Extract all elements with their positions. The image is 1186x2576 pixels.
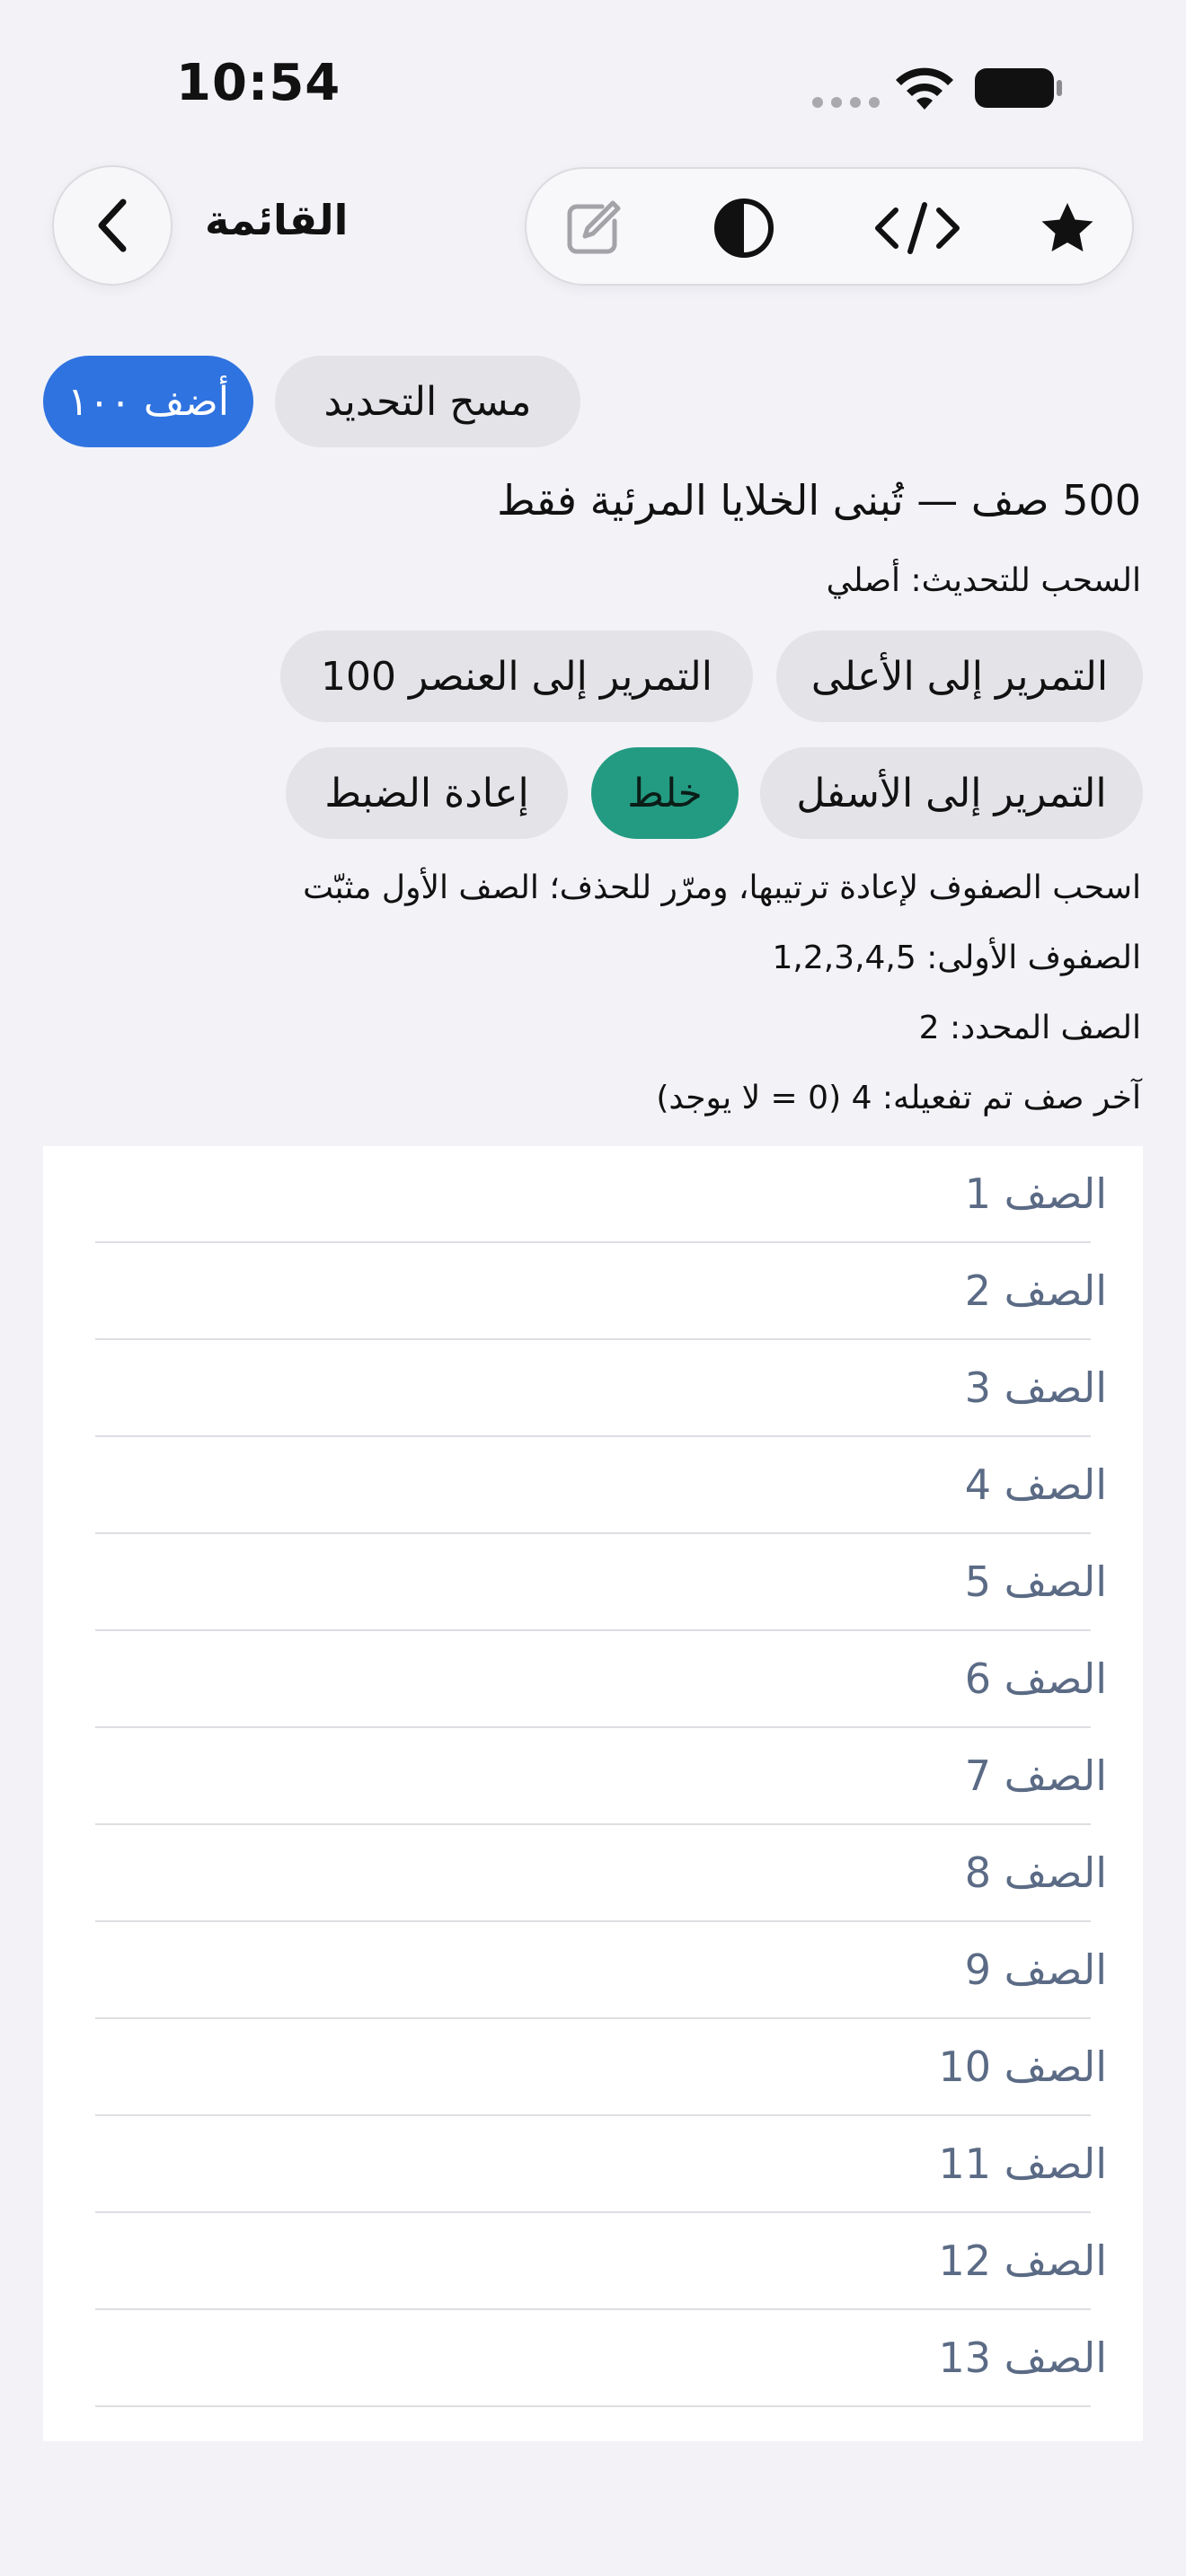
table-row[interactable]: الصف 12 [43,2213,1143,2310]
last-activated-label: آخر صف تم تفعيله: 4 (0 = لا يوجد) [656,1080,1141,1116]
status-bar: 10:54 [0,0,1186,171]
code-icon[interactable] [868,196,967,260]
table-row[interactable]: الصف 2 [43,1243,1143,1340]
add-100-button[interactable]: أضف ١٠٠ [43,356,253,447]
instructions-label: اسحب الصفوف لإعادة ترتيبها، ومرّر للحذف؛… [303,869,1141,906]
chevron-left-icon [98,198,127,252]
clear-selection-button[interactable]: مسح التحديد [275,356,580,447]
table-row[interactable]: الصف 1 [43,1146,1143,1243]
row-label: الصف 7 [964,1751,1107,1800]
first-rows-label: الصفوف الأولى: 1,2,3,4,5 [772,940,1141,976]
table-row[interactable]: الصف 10 [43,2019,1143,2116]
row-label: الصف 12 [938,2236,1107,2285]
table-row[interactable]: الصف 7 [43,1728,1143,1825]
nav-title: القائمة [205,196,349,244]
table-row[interactable]: الصف 5 [43,1534,1143,1631]
table-row[interactable]: الصف 9 [43,1922,1143,2019]
scroll-to-item-100-button[interactable]: التمرير إلى العنصر 100 [280,631,753,722]
reset-button[interactable]: إعادة الضبط [286,747,568,839]
status-time: 10:54 [176,54,341,112]
battery-icon [975,68,1062,108]
row-label: الصف 1 [964,1169,1107,1218]
rows-table: الصف 1 الصف 2 الصف 3 الصف 4 الصف 5 الصف … [43,1146,1143,2441]
row-label: الصف 3 [964,1363,1107,1412]
table-row[interactable]: الصف 13 [43,2310,1143,2407]
row-label: الصف 10 [938,2042,1107,2091]
row-label: الصف 11 [938,2139,1107,2188]
row-count-headline: 500 صف — تُبنى الخلايا المرئية فقط [497,476,1141,525]
table-row[interactable]: الصف 3 [43,1340,1143,1437]
row-label: الصف 13 [938,2333,1107,2382]
row-label: الصف 8 [964,1848,1107,1897]
table-row[interactable]: الصف 4 [43,1437,1143,1534]
scroll-top-button[interactable]: التمرير إلى الأعلى [776,631,1143,722]
back-button[interactable] [52,165,173,286]
row-label: الصف 6 [964,1654,1107,1703]
table-row[interactable]: الصف 8 [43,1825,1143,1922]
wifi-icon [896,67,953,110]
table-row[interactable]: الصف 6 [43,1631,1143,1728]
navigation-bar: القائمة [0,163,1186,289]
shuffle-button[interactable]: خلط [591,747,739,839]
row-label: الصف 9 [964,1945,1107,1994]
row-separator [95,2405,1091,2407]
signal-icon [812,97,880,108]
row-label: الصف 2 [964,1266,1107,1315]
star-icon[interactable] [1035,196,1100,260]
table-row[interactable]: الصف 11 [43,2116,1143,2213]
selected-row-label: الصف المحدد: 2 [918,1010,1141,1046]
contrast-icon[interactable] [712,196,776,260]
toolbar [525,167,1134,286]
scroll-bottom-button[interactable]: التمرير إلى الأسفل [760,747,1143,839]
edit-icon[interactable] [561,196,625,260]
row-label: الصف 5 [964,1557,1107,1606]
pull-to-refresh-label: السحب للتحديث: أصلي [826,562,1141,599]
row-label: الصف 4 [964,1460,1107,1509]
